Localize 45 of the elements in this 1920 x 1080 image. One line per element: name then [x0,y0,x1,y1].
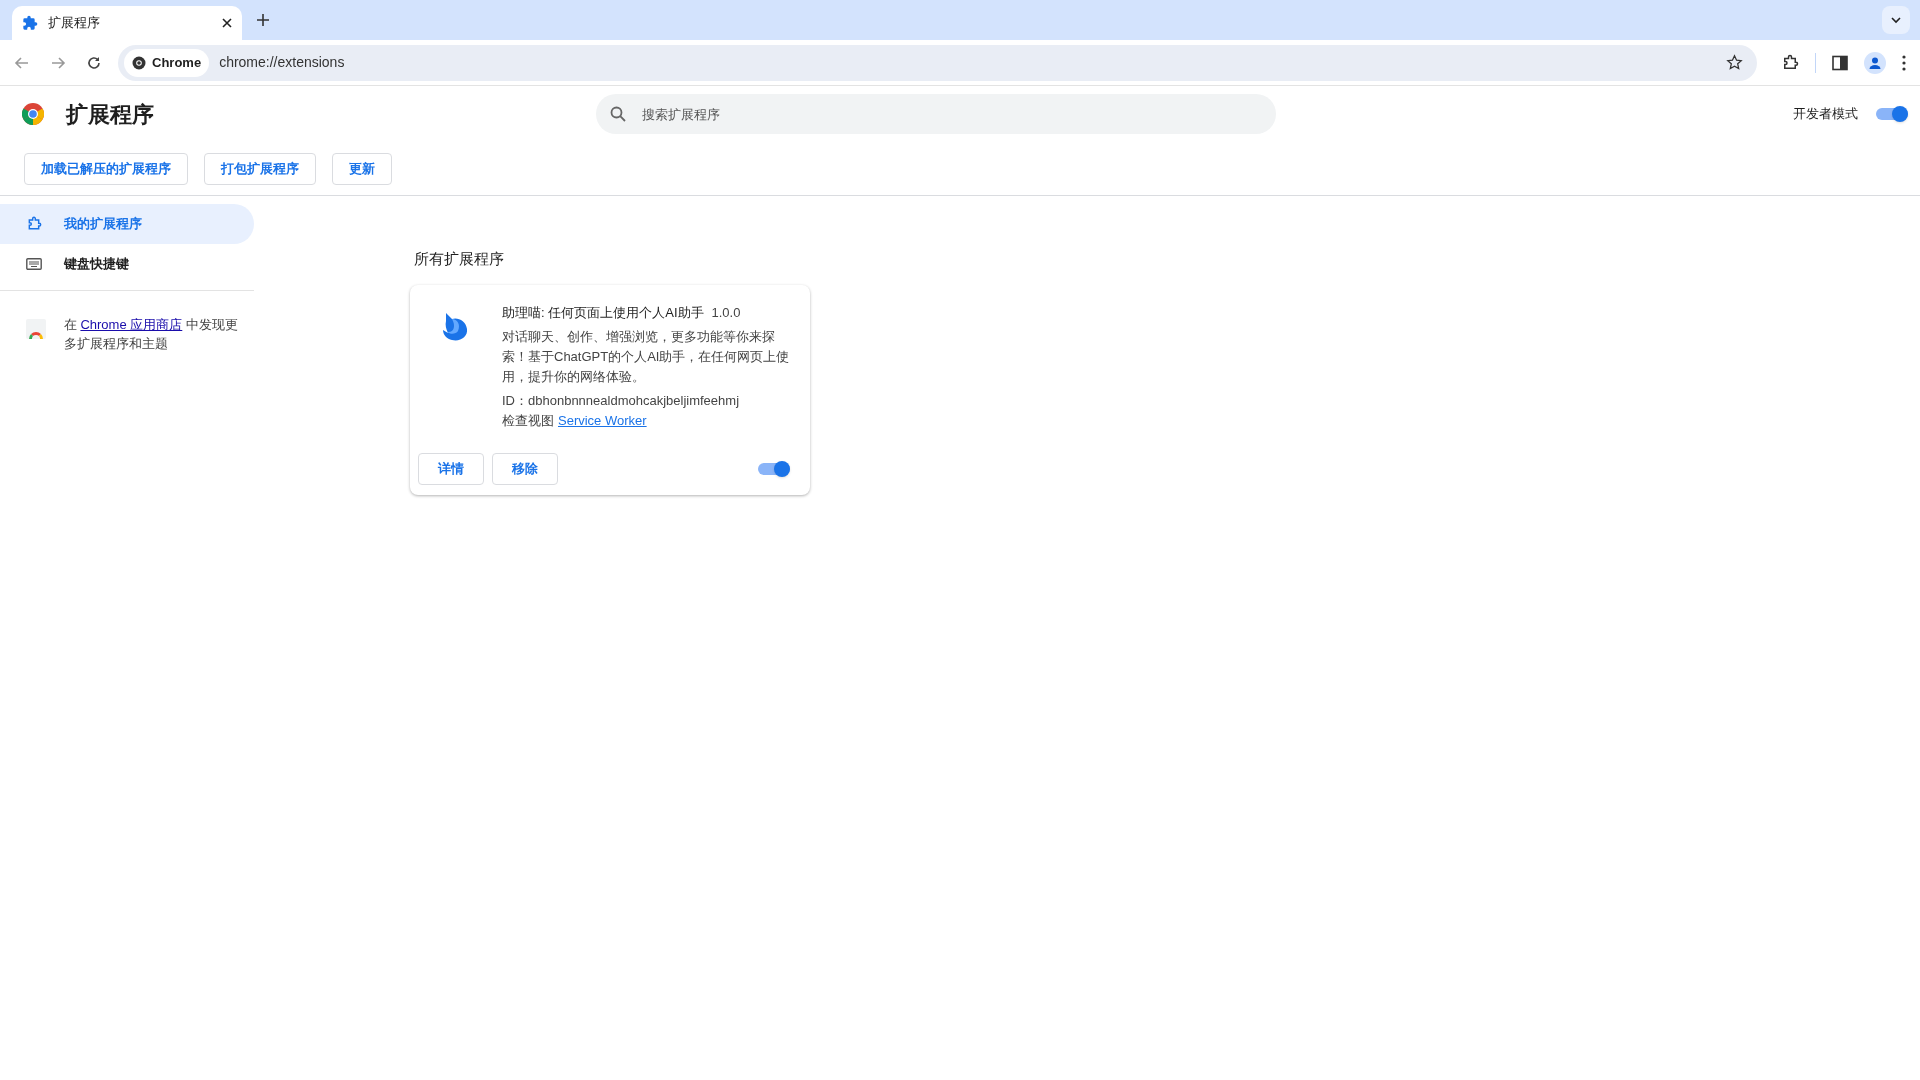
search-field[interactable]: 搜索扩展程序 [596,94,1276,134]
web-store-icon [26,319,46,339]
store-promo-text: 在 Chrome 应用商店 中发现更多扩展程序和主题 [63,316,239,353]
sidebar-item[interactable]: 键盘快捷键 [0,244,254,284]
address-bar[interactable]: Chrome chrome://extensions [118,44,1757,81]
star-icon[interactable] [1726,54,1743,71]
extension-name: 助理喵: 任何页面上使用个人AI助手 [502,303,704,322]
inspect-views-label: 检查视图 [502,411,554,430]
forward-arrow-icon[interactable] [50,54,66,71]
chrome-logo-icon [22,103,44,125]
reload-icon[interactable] [86,54,102,71]
tab-title: 扩展程序 [48,14,101,33]
toolbar-button[interactable]: 加载已解压的扩展程序 [24,152,188,185]
site-chip[interactable]: Chrome [124,48,210,77]
profile-avatar[interactable] [1864,51,1886,74]
extension-id: ID：dbhonbnnnealdmohcakjbeljimfeehmj [502,391,741,410]
toolbar-button[interactable]: 打包扩展程序 [204,152,316,185]
service-worker-link[interactable]: Service Worker [558,410,647,431]
side-panel-icon[interactable] [1832,54,1848,71]
chrome-logo-icon [132,55,146,70]
toolbar-button[interactable]: 更新 [332,152,392,185]
extension-description: 对话聊天、创作、增强浏览，更多功能等你来探索！基于ChatGPT的个人AI助手，在任何网页上使用，提升你的网络体验。 [502,327,790,386]
card-button[interactable]: 详情 [418,452,484,485]
enable-toggle[interactable] [758,460,790,477]
search-icon [610,106,626,122]
page-title: 扩展程序 [66,100,155,129]
url-text: chrome://extensions [219,53,346,72]
tab-list-button[interactable] [1882,6,1910,34]
keyboard-icon [26,258,42,270]
new-tab-icon[interactable] [256,13,270,27]
puzzle-icon [26,216,42,232]
developer-mode-label: 开发者模式 [1793,105,1858,124]
chevron-down-icon [1891,15,1901,25]
back-arrow-icon[interactable] [14,54,30,71]
sidebar-item[interactable]: 我的扩展程序 [0,204,254,244]
close-icon[interactable] [222,18,232,28]
card-button[interactable]: 移除 [492,452,558,485]
puzzle-icon[interactable] [1781,53,1799,72]
extension-version: 1.0.0 [711,303,741,322]
section-title: 所有扩展程序 [413,249,505,269]
puzzle-icon [22,15,38,31]
web-store-link[interactable]: Chrome 应用商店 [80,317,183,332]
developer-mode-toggle[interactable] [1876,106,1908,122]
more-menu-icon[interactable] [1902,54,1906,71]
browser-tab[interactable]: 扩展程序 [12,6,242,40]
